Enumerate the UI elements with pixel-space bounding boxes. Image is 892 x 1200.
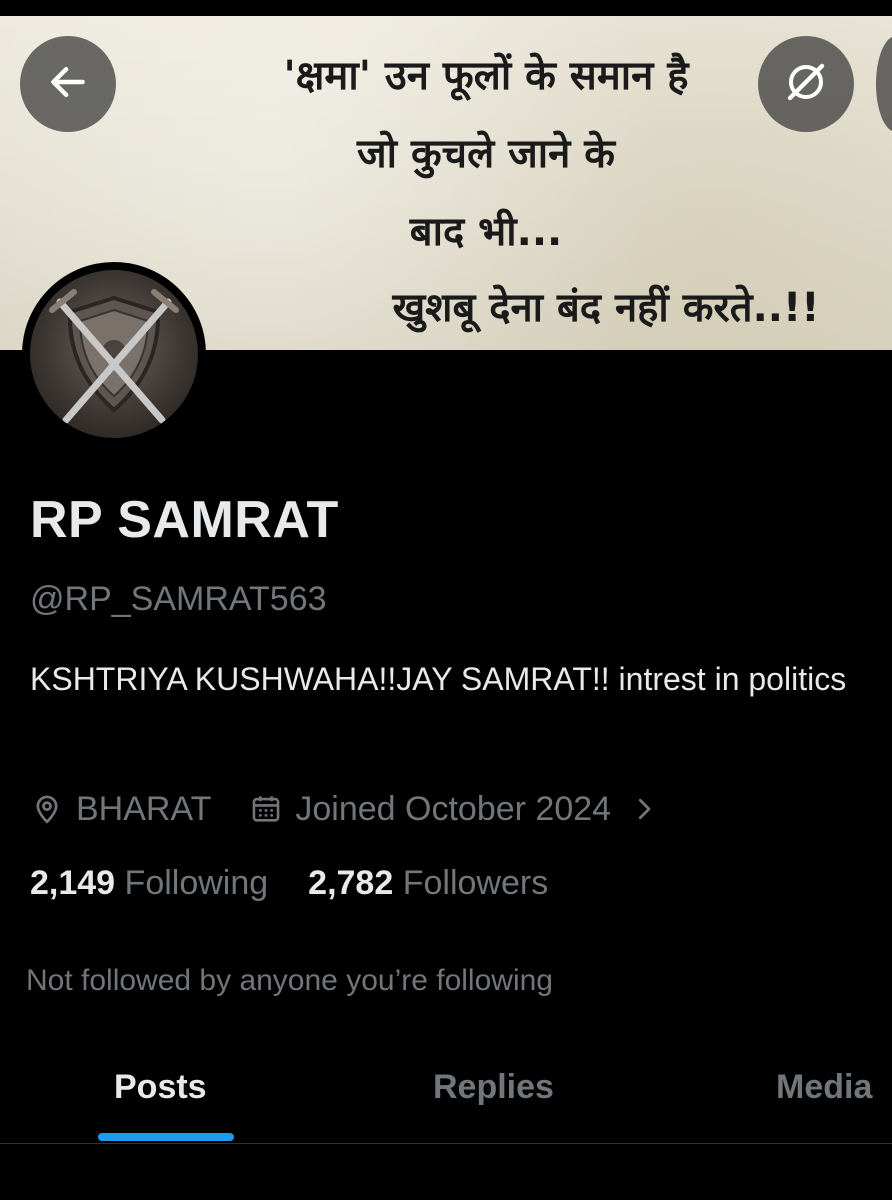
profile-page: 'क्षमा' उन फूलों के समान है जो कुचले जान… <box>0 0 892 1200</box>
chevron-right-icon[interactable] <box>629 794 659 824</box>
tab-media[interactable]: Media <box>776 1068 872 1107</box>
profile-handle: @RP_SAMRAT563 <box>30 580 327 618</box>
active-tab-indicator <box>98 1133 234 1141</box>
banner-text-line-3: बाद भी... <box>409 209 563 255</box>
profile-bio: KSHTRIYA KUSHWAHA!!JAY SAMRAT!! intrest … <box>30 661 847 697</box>
avatar[interactable] <box>22 262 206 446</box>
banner-text-line-2: जो कुचले जाने के <box>356 131 616 177</box>
profile-name: RP SAMRAT <box>30 491 339 549</box>
followers-count: 2,782 <box>308 864 394 902</box>
profile-stats: 2,149 Following 2,782 Followers <box>30 864 548 903</box>
followers-link[interactable]: 2,782 Followers <box>308 864 548 903</box>
location-pin-icon <box>30 792 64 826</box>
arrow-left-icon <box>46 60 90 109</box>
avatar-image <box>30 270 198 438</box>
profile-joined: Joined October 2024 <box>295 789 612 828</box>
back-button[interactable] <box>20 36 116 132</box>
following-label: Following <box>124 864 269 902</box>
tab-posts[interactable]: Posts <box>114 1068 207 1107</box>
calendar-icon <box>249 792 283 826</box>
followers-label: Followers <box>402 864 549 902</box>
profile-tabs: Posts Replies Media <box>0 1040 892 1144</box>
profile-location: BHARAT <box>76 789 212 828</box>
grok-button[interactable] <box>758 36 854 132</box>
following-count: 2,149 <box>30 864 116 902</box>
followed-by-info: Not followed by anyone you’re following <box>26 964 553 997</box>
tab-replies[interactable]: Replies <box>433 1068 554 1107</box>
grok-icon <box>782 58 830 111</box>
following-link[interactable]: 2,149 Following <box>30 864 268 903</box>
tabs-divider <box>0 1143 892 1144</box>
profile-meta: BHARAT Joined October 2024 <box>30 786 659 832</box>
